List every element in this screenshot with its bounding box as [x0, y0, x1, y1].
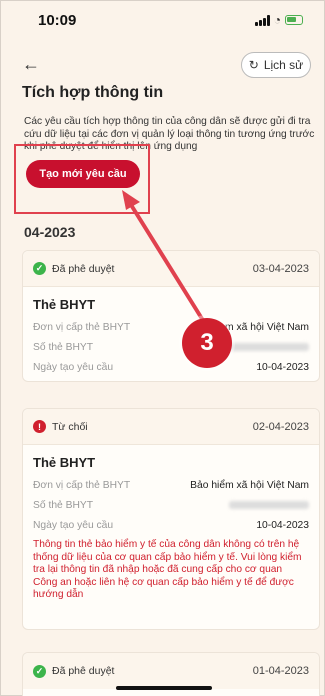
- request-card[interactable]: ! Từ chối 02-04-2023 Thẻ BHYT Đơn vị cấp…: [22, 408, 320, 630]
- card-header: ✓ Đã phê duyệt 03-04-2023: [23, 251, 319, 287]
- home-indicator: [116, 686, 212, 690]
- card-row: Ngày tạo yêu cầu 10-04-2023: [33, 515, 309, 535]
- request-card[interactable]: ✓ Đã phê duyệt 03-04-2023 Thẻ BHYT Đơn v…: [22, 250, 320, 382]
- row-label: Đơn vị cấp thẻ BHYT: [33, 321, 131, 333]
- status-rejected: ! Từ chối: [33, 420, 88, 433]
- header: ← ↻ Lịch sử Tích hợp thông tin: [0, 44, 325, 114]
- status-icons: ◔: [254, 13, 303, 27]
- reject-reason: Thông tin thẻ bảo hiểm y tế của công dân…: [33, 539, 302, 600]
- card-title: Thẻ BHYT: [33, 455, 96, 470]
- redacted-value: [229, 501, 309, 509]
- card-header: ✓ Đã phê duyệt 01-04-2023: [23, 653, 319, 689]
- row-value: 10-04-2023: [256, 361, 309, 373]
- row-value: ...m xã hội Việt Nam: [216, 321, 309, 333]
- row-value: 10-04-2023: [256, 519, 309, 531]
- row-value: Bảo hiểm xã hội Việt Nam: [190, 479, 309, 491]
- card-date: 02-04-2023: [252, 420, 309, 433]
- card-date: 03-04-2023: [252, 262, 309, 275]
- status-label: Đã phê duyệt: [52, 262, 115, 275]
- card-title: Thẻ BHYT: [33, 297, 96, 312]
- signal-icon: [254, 14, 270, 26]
- card-row: Ngày tạo yêu cầu 10-04-2023: [33, 357, 309, 377]
- status-time: 10:09: [38, 11, 77, 29]
- battery-icon: [285, 15, 303, 25]
- wifi-icon: ◔: [273, 13, 281, 27]
- month-header: 04-2023: [24, 224, 76, 240]
- card-body: Thẻ BHYT Đơn vị cấp thẻ BHYT ...m xã hội…: [23, 287, 319, 385]
- status-approved: ✓ Đã phê duyệt: [33, 664, 115, 678]
- card-row: Đơn vị cấp thẻ BHYT ...m xã hội Việt Nam: [33, 317, 309, 337]
- status-approved: ✓ Đã phê duyệt: [33, 262, 114, 275]
- card-header: ! Từ chối 02-04-2023: [23, 409, 319, 445]
- step-number-badge: 3: [182, 318, 232, 368]
- history-icon: ↻: [248, 58, 259, 72]
- history-button[interactable]: ↻ Lịch sử: [241, 52, 311, 78]
- page-title: Tích hợp thông tin: [22, 84, 164, 101]
- highlight-box: [14, 144, 150, 214]
- check-circle-icon: ✓: [33, 664, 46, 678]
- row-label: Ngày tạo yêu cầu: [33, 361, 114, 373]
- card-row: Đơn vị cấp thẻ BHYT Bảo hiểm xã hội Việt…: [33, 475, 309, 495]
- status-label: Đã phê duyệt: [52, 665, 115, 677]
- back-arrow-icon[interactable]: ←: [22, 54, 40, 75]
- status-bar: 10:09 ◔: [0, 0, 325, 40]
- row-label: Đơn vị cấp thẻ BHYT: [33, 479, 131, 491]
- row-label: Ngày tạo yêu cầu: [33, 519, 114, 531]
- card-row: Số thẻ BHYT: [33, 337, 309, 357]
- redacted-value: [229, 343, 309, 351]
- card-row: Số thẻ BHYT: [33, 495, 309, 515]
- row-label: Số thẻ BHYT: [33, 341, 94, 353]
- error-circle-icon: !: [33, 420, 46, 433]
- row-label: Số thẻ BHYT: [33, 499, 94, 511]
- status-label: Từ chối: [52, 420, 88, 433]
- card-date: 01-04-2023: [252, 665, 309, 677]
- history-label: Lịch sử: [263, 58, 304, 72]
- card-body: Thẻ BHYT Đơn vị cấp thẻ BHYT Bảo hiểm xã…: [23, 445, 319, 610]
- check-circle-icon: ✓: [33, 262, 46, 275]
